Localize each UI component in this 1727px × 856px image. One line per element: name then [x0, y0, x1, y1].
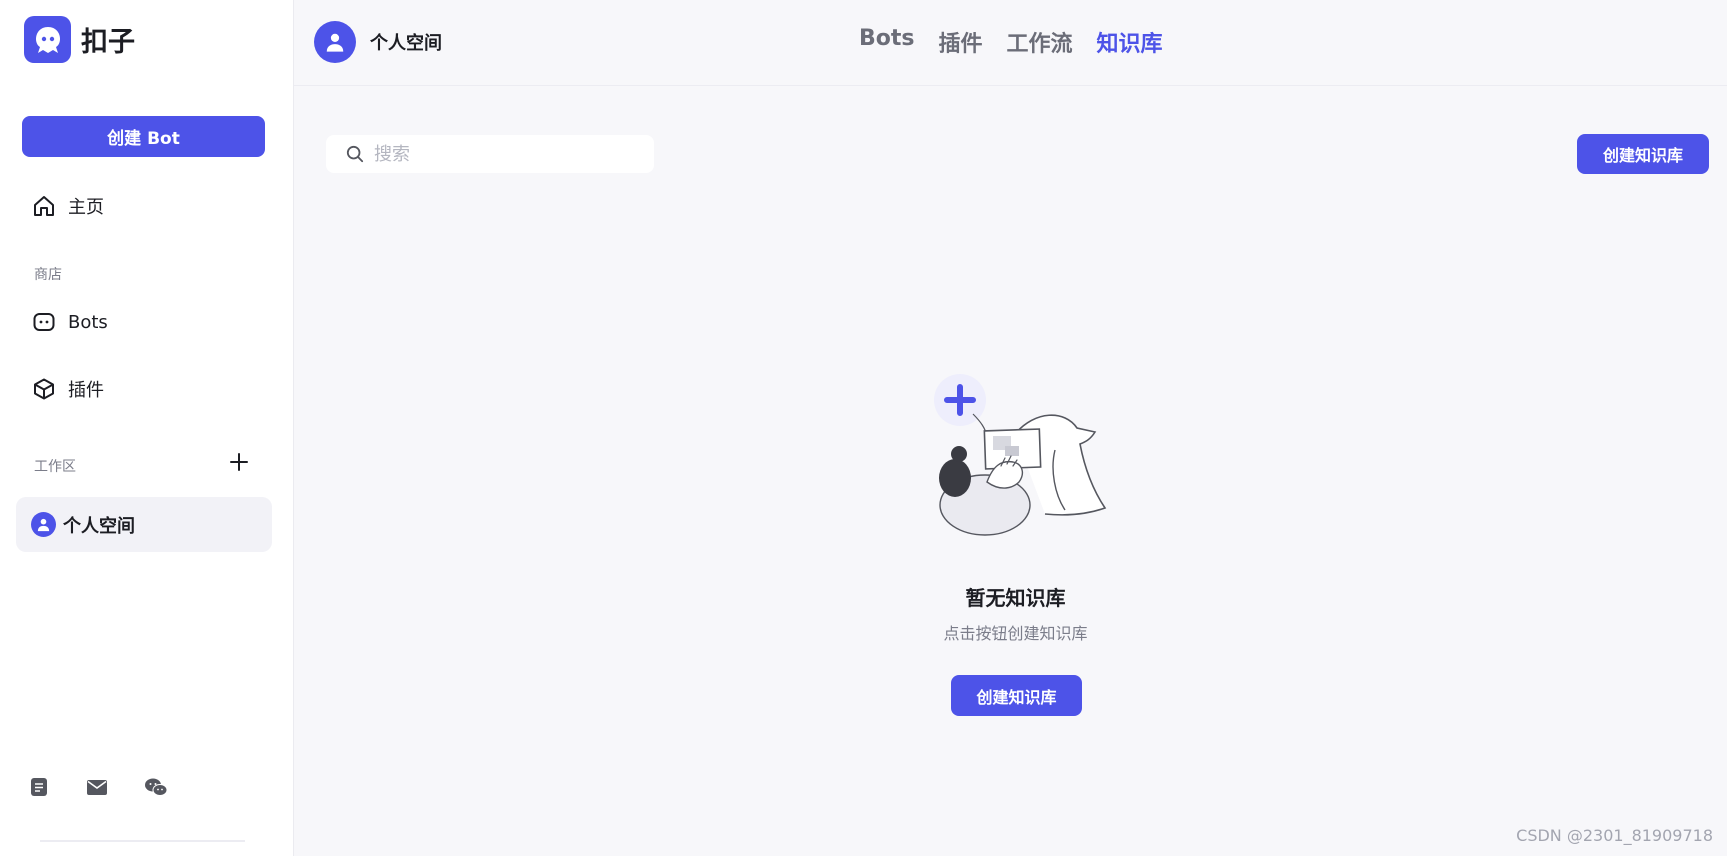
wechat-icon[interactable]	[144, 776, 168, 798]
sidebar-item-home[interactable]: 主页	[32, 191, 104, 221]
sidebar-item-plugins[interactable]: 插件	[32, 374, 104, 404]
search-input[interactable]	[374, 143, 634, 165]
logo[interactable]: 扣子	[24, 16, 135, 63]
tab-knowledge[interactable]: 知识库	[1097, 26, 1163, 58]
top-header: 个人空间 Bots 插件 工作流 知识库	[294, 0, 1727, 86]
sidebar-footer	[28, 776, 168, 798]
user-avatar-icon	[31, 512, 56, 537]
create-bot-button[interactable]: 创建 Bot	[22, 116, 265, 157]
tab-plugins[interactable]: 插件	[939, 26, 983, 58]
empty-state-illustration	[934, 374, 1107, 536]
search-box[interactable]	[326, 135, 654, 173]
tab-bots[interactable]: Bots	[859, 26, 915, 58]
sidebar-item-label: Bots	[68, 311, 108, 333]
workspace-section-label: 工作区	[34, 459, 76, 475]
home-icon	[34, 196, 54, 216]
sidebar: 扣子 创建 Bot 主页 商店 Bots 插件 工作区 个人空间	[0, 0, 294, 856]
empty-state-subtitle: 点击按钮创建知识库	[943, 624, 1088, 643]
empty-create-knowledge-button[interactable]: 创建知识库	[951, 675, 1082, 716]
search-icon	[346, 145, 364, 163]
sidebar-item-label: 主页	[68, 197, 104, 218]
tab-bar: Bots 插件 工作流 知识库	[859, 26, 1163, 58]
add-workspace-icon[interactable]	[228, 451, 250, 473]
brand-name: 扣子	[81, 27, 135, 58]
space-name[interactable]: 个人空间	[370, 29, 442, 55]
create-knowledge-button[interactable]: 创建知识库	[1577, 134, 1709, 174]
coze-logo-icon	[24, 16, 71, 63]
sidebar-footer-divider	[40, 840, 245, 842]
empty-state-title: 暂无知识库	[965, 586, 1066, 610]
sidebar-item-personal-space[interactable]: 个人空间	[16, 497, 272, 552]
workspace-label: 个人空间	[63, 515, 135, 537]
mail-icon[interactable]	[86, 776, 108, 798]
bot-icon	[33, 313, 55, 331]
sidebar-item-bots[interactable]: Bots	[32, 307, 108, 337]
space-avatar-icon[interactable]	[314, 21, 356, 63]
store-section-label: 商店	[34, 267, 62, 283]
cube-icon	[34, 378, 54, 400]
document-icon[interactable]	[28, 776, 50, 798]
watermark: CSDN @2301_81909718	[1516, 826, 1713, 845]
sidebar-item-label: 插件	[68, 380, 104, 401]
tab-workflow[interactable]: 工作流	[1007, 26, 1073, 58]
